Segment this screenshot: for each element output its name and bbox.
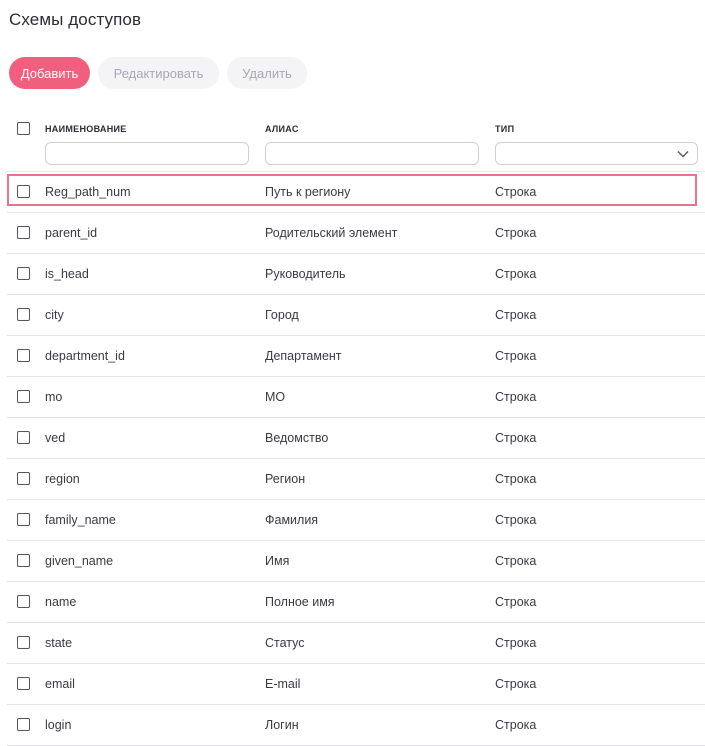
table-row[interactable]: login Логин Строка — [7, 705, 705, 746]
row-name: mo — [45, 390, 63, 404]
row-checkbox[interactable] — [17, 226, 30, 239]
row-type: Строка — [495, 595, 537, 609]
row-checkbox[interactable] — [17, 267, 30, 280]
toolbar: Добавить Редактировать Удалить — [9, 57, 307, 89]
table-row[interactable]: is_head Руководитель Строка — [7, 254, 705, 295]
row-name: email — [45, 677, 75, 691]
select-all-checkbox[interactable] — [17, 122, 30, 135]
table-row[interactable]: department_id Департамент Строка — [7, 336, 705, 377]
row-name: name — [45, 595, 77, 609]
row-alias: Департамент — [265, 349, 342, 363]
table-row[interactable]: parent_id Родительский элемент Строка — [7, 213, 705, 254]
row-name: parent_id — [45, 226, 98, 240]
column-header-name[interactable]: НАИМЕНОВАНИЕ — [45, 124, 127, 134]
row-type: Строка — [495, 554, 537, 568]
row-checkbox[interactable] — [17, 185, 30, 198]
access-schemes-table: НАИМЕНОВАНИЕ АЛИАС ТИП Reg_path_num Путь … — [7, 113, 705, 746]
name-filter-input[interactable] — [45, 142, 249, 165]
row-checkbox[interactable] — [17, 308, 30, 321]
table-row[interactable]: state Статус Строка — [7, 623, 705, 664]
row-checkbox[interactable] — [17, 636, 30, 649]
row-type: Строка — [495, 472, 537, 486]
row-name: Reg_path_num — [45, 185, 131, 199]
table-row[interactable]: family_name Фамилия Строка — [7, 500, 705, 541]
column-header-alias[interactable]: АЛИАС — [265, 124, 299, 134]
row-alias: Имя — [265, 554, 290, 568]
row-type: Строка — [495, 390, 537, 404]
chevron-down-icon — [677, 151, 689, 158]
row-alias: Логин — [265, 718, 299, 732]
table-row[interactable]: city Город Строка — [7, 295, 705, 336]
row-name: city — [45, 308, 64, 322]
row-name: region — [45, 472, 80, 486]
row-alias: Ведомство — [265, 431, 329, 445]
row-alias: E-mail — [265, 677, 301, 691]
add-button[interactable]: Добавить — [9, 57, 90, 89]
row-alias: Полное имя — [265, 595, 335, 609]
column-header-type[interactable]: ТИП — [495, 124, 514, 134]
delete-button[interactable]: Удалить — [227, 57, 307, 89]
table-header: НАИМЕНОВАНИЕ АЛИАС ТИП — [7, 113, 705, 172]
row-checkbox[interactable] — [17, 390, 30, 403]
row-type: Строка — [495, 185, 537, 199]
row-checkbox[interactable] — [17, 431, 30, 444]
row-name: given_name — [45, 554, 114, 568]
table-row[interactable]: ved Ведомство Строка — [7, 418, 705, 459]
row-alias: Статус — [265, 636, 305, 650]
row-type: Строка — [495, 226, 537, 240]
row-type: Строка — [495, 677, 537, 691]
row-name: family_name — [45, 513, 116, 527]
row-checkbox[interactable] — [17, 595, 30, 608]
row-checkbox[interactable] — [17, 554, 30, 567]
row-name: is_head — [45, 267, 89, 281]
row-type: Строка — [495, 718, 537, 732]
row-alias: Родительский элемент — [265, 226, 398, 240]
row-alias: МО — [265, 390, 286, 404]
alias-filter-input[interactable] — [265, 142, 479, 165]
table-row[interactable]: name Полное имя Строка — [7, 582, 705, 623]
row-type: Строка — [495, 636, 537, 650]
row-type: Строка — [495, 308, 537, 322]
row-name: ved — [45, 431, 66, 445]
table-body: Reg_path_num Путь к региону Строка parent_i… — [7, 172, 705, 746]
row-name: state — [45, 636, 73, 650]
row-checkbox[interactable] — [17, 513, 30, 526]
row-alias: Регион — [265, 472, 306, 486]
row-checkbox[interactable] — [17, 677, 30, 690]
row-name: department_id — [45, 349, 125, 363]
table-row[interactable]: mo МО Строка — [7, 377, 705, 418]
row-checkbox[interactable] — [17, 718, 30, 731]
row-alias: Фамилия — [265, 513, 319, 527]
type-filter-select[interactable] — [495, 142, 698, 165]
page-title: Схемы доступов — [9, 10, 142, 29]
table-row[interactable]: email E-mail Строка — [7, 664, 705, 705]
table-row[interactable]: region Регион Строка — [7, 459, 705, 500]
row-checkbox[interactable] — [17, 349, 30, 362]
table-row[interactable]: given_name Имя Строка — [7, 541, 705, 582]
edit-button[interactable]: Редактировать — [98, 57, 219, 89]
row-type: Строка — [495, 267, 537, 281]
row-name: login — [45, 718, 72, 732]
row-checkbox[interactable] — [17, 472, 30, 485]
row-type: Строка — [495, 431, 537, 445]
row-type: Строка — [495, 513, 537, 527]
row-alias: Руководитель — [265, 267, 346, 281]
row-alias: Путь к региону — [265, 185, 351, 199]
table-row[interactable]: Reg_path_num Путь к региону Строка — [7, 172, 705, 213]
row-alias: Город — [265, 308, 299, 322]
row-type: Строка — [495, 349, 537, 363]
